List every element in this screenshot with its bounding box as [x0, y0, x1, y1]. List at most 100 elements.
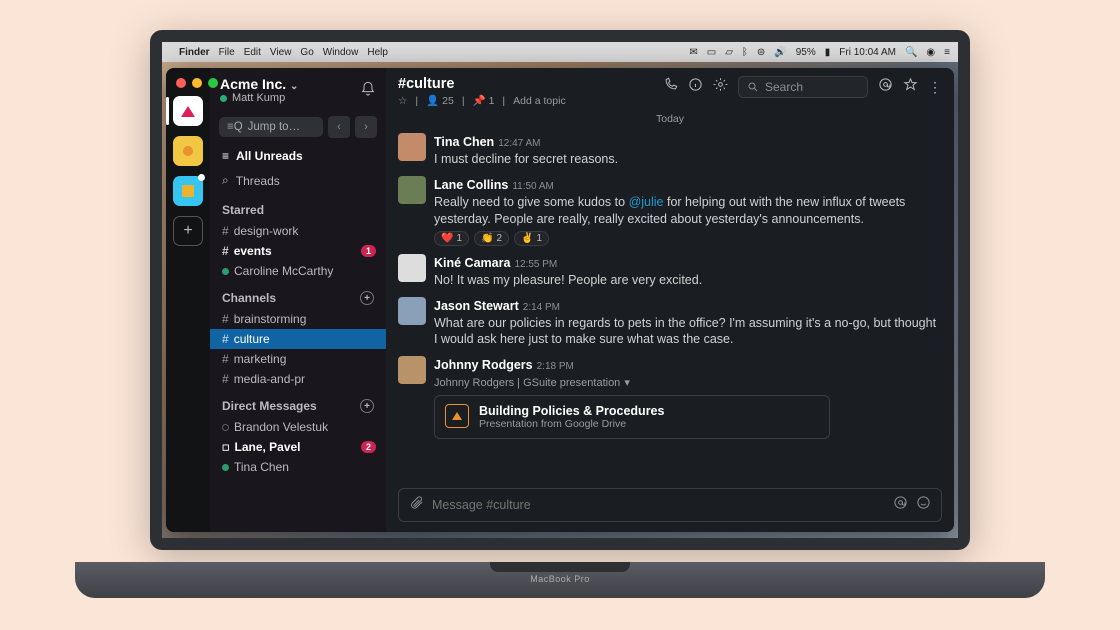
avatar[interactable] — [398, 133, 426, 161]
sidebar-item-design-work[interactable]: #design-work — [210, 221, 386, 241]
sidebar-item-brandon[interactable]: Brandon Velestuk — [210, 417, 386, 437]
threads-link[interactable]: ⌕Threads — [210, 168, 386, 193]
notifications-button[interactable] — [360, 81, 376, 100]
message-time: 12:47 AM — [498, 138, 540, 149]
add-topic-link[interactable]: Add a topic — [513, 95, 566, 107]
sidebar-item-caroline[interactable]: Caroline McCarthy — [210, 261, 386, 281]
reaction[interactable]: ❤️1 — [434, 231, 469, 246]
mac-menubar: Finder File Edit View Go Window Help ✉ ▭… — [162, 42, 958, 62]
message-time: 11:50 AM — [512, 181, 554, 192]
battery-icon: ▮ — [825, 47, 831, 58]
sidebar-item-events[interactable]: #events1 — [210, 241, 386, 261]
airplay-icon[interactable]: ▱ — [725, 47, 733, 58]
search-input[interactable]: Search — [738, 76, 868, 98]
reaction[interactable]: ✌️1 — [514, 231, 549, 246]
emoji-button[interactable] — [916, 495, 931, 515]
workspace-2[interactable] — [173, 136, 203, 166]
channel-settings-button[interactable] — [713, 77, 728, 97]
message[interactable]: Kiné Camara 12:55 PM No! It was my pleasu… — [398, 250, 942, 293]
volume-icon[interactable]: 🔊 — [774, 47, 786, 58]
menubar-edit[interactable]: Edit — [244, 47, 261, 58]
history-back-button[interactable]: ‹ — [328, 116, 350, 138]
clock[interactable]: Fri 10:04 AM — [839, 47, 896, 58]
message[interactable]: Lane Collins 11:50 AM Really need to give… — [398, 172, 942, 250]
new-dm-button[interactable]: + — [360, 399, 374, 413]
file-subtitle: Presentation from Google Drive — [479, 418, 664, 430]
sidebar-item-lane-pavel[interactable]: ◻Lane, Pavel2 — [210, 437, 386, 457]
notifications-icon[interactable]: ≡ — [944, 47, 950, 58]
message-composer[interactable] — [398, 488, 942, 522]
add-workspace-button[interactable]: + — [173, 216, 203, 246]
reaction[interactable]: 👏2 — [474, 231, 509, 246]
dm-heading[interactable]: Direct Messages+ — [210, 389, 386, 417]
menubar-go[interactable]: Go — [300, 47, 313, 58]
sidebar-item-marketing[interactable]: #marketing — [210, 349, 386, 369]
star-icon[interactable]: ☆ — [398, 95, 407, 107]
avatar[interactable] — [398, 254, 426, 282]
sidebar-item-brainstorming[interactable]: #brainstorming — [210, 309, 386, 329]
sidebar-item-culture[interactable]: #culture — [210, 329, 386, 349]
attach-button[interactable] — [409, 495, 424, 515]
window-close-button[interactable] — [176, 78, 186, 88]
message-time: 2:18 PM — [537, 361, 574, 372]
wifi-icon[interactable]: ⊜ — [757, 47, 765, 58]
history-forward-button[interactable]: › — [355, 116, 377, 138]
message[interactable]: Jason Stewart2:14 PM What are our polici… — [398, 293, 942, 353]
message-text: No! It was my pleasure! People are very … — [434, 272, 942, 289]
file-attachment[interactable]: Building Policies & Procedures Presentat… — [434, 395, 830, 439]
mail-icon[interactable]: ✉ — [689, 47, 697, 58]
message[interactable]: Johnny Rodgers 2:18 PM Johnny Rodgers | G… — [398, 352, 942, 443]
workspace-name[interactable]: Acme Inc. ⌄ — [220, 76, 298, 92]
workspace-acme[interactable] — [173, 96, 203, 126]
message-input[interactable] — [432, 498, 885, 512]
mention-button[interactable] — [893, 495, 908, 515]
siri-icon[interactable]: ◉ — [926, 47, 935, 58]
message-author[interactable]: Kiné Camara — [434, 256, 510, 270]
displays-icon[interactable]: ▭ — [707, 47, 716, 58]
menubar-help[interactable]: Help — [367, 47, 388, 58]
call-button[interactable] — [663, 77, 678, 97]
current-user: Matt Kump — [232, 92, 285, 104]
message-text: Really need to give some kudos to @julie… — [434, 194, 942, 228]
workspace-switcher: + — [166, 68, 210, 532]
avatar[interactable] — [398, 356, 426, 384]
channels-heading[interactable]: Channels+ — [210, 281, 386, 309]
bluetooth-icon[interactable]: ᛒ — [742, 47, 748, 58]
pins-count[interactable]: 📌 1 — [473, 94, 495, 107]
unread-badge: 1 — [361, 245, 376, 257]
jump-to-button[interactable]: ≡QJump to… — [219, 117, 323, 137]
window-zoom-button[interactable] — [208, 78, 218, 88]
avatar[interactable] — [398, 176, 426, 204]
menubar-window[interactable]: Window — [323, 47, 359, 58]
message[interactable]: Tina Chen 12:47 AM I must decline for sec… — [398, 129, 942, 172]
message-author[interactable]: Tina Chen — [434, 135, 494, 149]
caret-down-icon[interactable]: ▾ — [624, 376, 630, 389]
add-channel-button[interactable]: + — [360, 291, 374, 305]
message-text: What are our policies in regards to pets… — [434, 315, 942, 349]
sidebar-item-media-and-pr[interactable]: #media-and-pr — [210, 369, 386, 389]
starred-heading[interactable]: Starred — [210, 193, 386, 221]
message-author[interactable]: Johnny Rodgers — [434, 358, 533, 372]
workspace-3[interactable] — [173, 176, 203, 206]
members-count[interactable]: 👤 25 — [426, 94, 454, 107]
menubar-file[interactable]: File — [219, 47, 235, 58]
mention[interactable]: @julie — [629, 195, 664, 209]
message-author[interactable]: Jason Stewart — [434, 299, 519, 313]
share-attribution: Johnny Rodgers | GSuite presentation ▾ — [434, 376, 942, 389]
star-button[interactable] — [903, 77, 918, 97]
channel-name[interactable]: #culture — [398, 76, 566, 92]
menubar-app[interactable]: Finder — [179, 47, 210, 58]
spotlight-icon[interactable]: 🔍 — [905, 47, 917, 58]
message-time: 12:55 PM — [514, 259, 557, 270]
more-button[interactable]: ⋮ — [928, 79, 942, 96]
sidebar-item-tina[interactable]: Tina Chen — [210, 457, 386, 477]
channel-details-button[interactable] — [688, 77, 703, 97]
avatar[interactable] — [398, 297, 426, 325]
message-text: I must decline for secret reasons. — [434, 151, 942, 168]
menubar-view[interactable]: View — [270, 47, 292, 58]
message-author[interactable]: Lane Collins — [434, 178, 508, 192]
all-unreads-link[interactable]: ≡All Unreads — [210, 144, 386, 168]
battery-percent: 95% — [796, 47, 816, 58]
mentions-button[interactable] — [878, 77, 893, 97]
window-minimize-button[interactable] — [192, 78, 202, 88]
